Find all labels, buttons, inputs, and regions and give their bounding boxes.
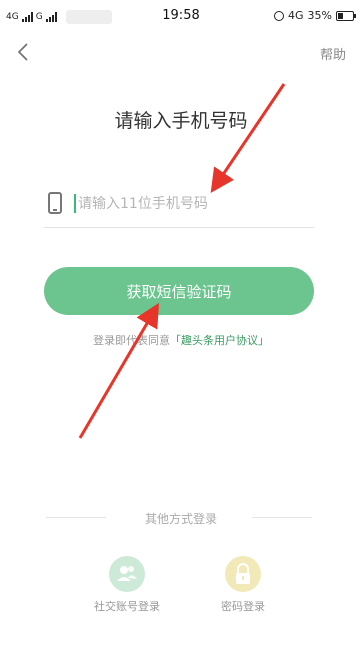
alarm-icon (274, 10, 285, 21)
chevron-left-icon[interactable] (12, 40, 36, 64)
arrow-to-get-code-button (78, 302, 160, 439)
agreement-text: 登录即代表同意「趣头条用户协议」 (0, 332, 362, 348)
agreement-prefix: 登录即代表同意 (93, 334, 170, 347)
status-right: 4G 35% (274, 9, 356, 22)
other-login-divider: 其他方式登录 (0, 510, 362, 526)
user-group-icon[interactable] (109, 556, 145, 592)
battery-percent: 35% (307, 9, 332, 22)
social-login-option[interactable]: 社交账号登录 (87, 556, 167, 614)
text-caret (74, 194, 76, 213)
phone-icon (48, 192, 62, 214)
divider-line-right (252, 517, 312, 518)
phone-field[interactable] (44, 186, 314, 228)
arrow-to-phone-field (210, 83, 286, 193)
phone-input[interactable] (78, 190, 308, 218)
status-bar: 4G G 19:58 4G 35% (0, 0, 362, 32)
page-title: 请输入手机号码 (114, 110, 248, 132)
other-login-heading: 其他方式登录 (144, 512, 217, 526)
lock-icon[interactable] (225, 556, 261, 592)
battery-icon (336, 10, 356, 21)
annotation-arrows (78, 83, 286, 439)
social-login-label: 社交账号登录 (94, 600, 160, 613)
user-agreement-link[interactable]: 「趣头条用户协议」 (170, 334, 269, 347)
help-link[interactable]: 帮助 (320, 44, 346, 63)
get-code-button[interactable]: 获取短信验证码 (44, 267, 314, 315)
password-login-label: 密码登录 (221, 600, 265, 613)
network-label-right: 4G (288, 9, 304, 22)
password-login-option[interactable]: 密码登录 (203, 556, 283, 614)
